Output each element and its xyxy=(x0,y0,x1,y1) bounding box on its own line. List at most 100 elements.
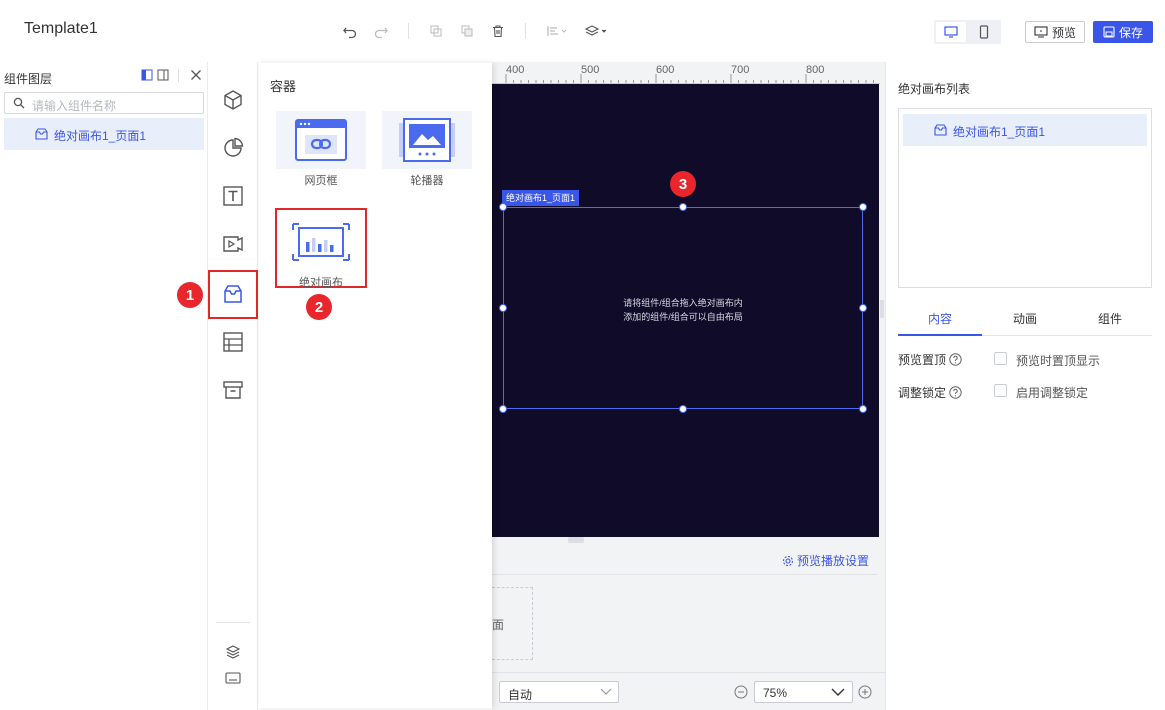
zoom-out-icon[interactable] xyxy=(734,685,748,699)
row-label: 预览置顶 xyxy=(898,353,947,367)
scale-mode-select[interactable]: 自动 xyxy=(499,681,619,703)
canvas-list-item-label: 绝对画布1_页面1 xyxy=(953,125,1046,139)
rail-divider xyxy=(216,622,250,623)
preview-label: 预览 xyxy=(1051,25,1076,40)
help-icon[interactable] xyxy=(949,353,962,366)
layer-search-input[interactable]: 请输入组件名称 xyxy=(4,92,204,114)
ruler-label: 600 xyxy=(656,64,675,76)
component-absolute-canvas[interactable]: 绝对画布 xyxy=(276,213,366,290)
layers-icon[interactable] xyxy=(221,640,245,664)
toolbar-divider xyxy=(525,23,526,39)
resize-handle[interactable] xyxy=(859,203,867,211)
preview-play-settings-link[interactable]: 预览播放设置 xyxy=(782,552,869,569)
paste-icon[interactable] xyxy=(458,22,476,40)
search-icon xyxy=(13,97,25,109)
container-icon xyxy=(35,128,48,140)
ruler-label: 400 xyxy=(506,64,525,76)
step-marker-1: 1 xyxy=(177,282,203,308)
canvas-hint-line: 请将组件/组合拖入绝对画布内 xyxy=(623,298,743,308)
mobile-icon xyxy=(979,25,989,39)
copy-icon[interactable] xyxy=(427,22,445,40)
scale-mode-value: 自动 xyxy=(508,688,533,702)
resize-handle[interactable] xyxy=(568,537,584,543)
text-icon[interactable] xyxy=(221,184,245,208)
tab-content[interactable]: 内容 xyxy=(898,310,982,327)
checkbox-label: 预览时置顶显示 xyxy=(1016,354,1101,368)
resize-handle[interactable] xyxy=(679,405,687,413)
desktop-icon xyxy=(944,26,958,38)
popover-title: 容器 xyxy=(270,79,297,94)
container-icon[interactable] xyxy=(221,282,245,306)
chevron-down-icon xyxy=(831,688,845,696)
redo-icon[interactable] xyxy=(372,22,390,40)
tab-animation[interactable]: 动画 xyxy=(983,310,1067,327)
zoom-select[interactable]: 75% xyxy=(754,681,853,703)
mobile-view-button[interactable] xyxy=(969,22,999,42)
app-title: Template1 xyxy=(24,20,98,37)
carousel-icon xyxy=(382,111,472,169)
canvas-list-item[interactable]: 绝对画布1_页面1 xyxy=(903,114,1147,146)
pin-on-preview-row: 预览置顶 xyxy=(898,351,962,368)
lock-adjust-row: 调整锁定 xyxy=(898,384,962,401)
tab-component[interactable]: 组件 xyxy=(1068,310,1152,327)
monitor-icon xyxy=(1034,26,1048,38)
selected-component-tag: 绝对画布1_页面1 xyxy=(502,190,580,206)
checkbox-label: 启用调整锁定 xyxy=(1016,386,1089,400)
chevron-down-icon xyxy=(600,688,612,695)
component-label: 网页框 xyxy=(304,175,338,187)
resize-handle[interactable] xyxy=(499,405,507,413)
close-icon[interactable] xyxy=(190,69,202,81)
layer-item-label: 绝对画布1_页面1 xyxy=(54,129,147,143)
zoom-in-icon[interactable] xyxy=(858,685,872,699)
gear-icon xyxy=(782,555,794,566)
keyboard-icon[interactable] xyxy=(221,666,245,690)
search-placeholder: 请输入组件名称 xyxy=(32,99,117,113)
component-rail xyxy=(208,62,258,710)
trash-icon[interactable] xyxy=(489,22,507,40)
save-button[interactable]: 保存 xyxy=(1093,21,1153,43)
page-thumbnail[interactable]: 面 xyxy=(492,587,533,660)
panel-layout-left-icon[interactable] xyxy=(141,69,153,81)
save-label: 保存 xyxy=(1118,25,1143,40)
tab-active-indicator xyxy=(898,334,982,336)
ruler-label: 700 xyxy=(731,64,750,76)
pin-on-preview-checkbox[interactable] xyxy=(994,352,1007,365)
panel-layout-right-icon[interactable] xyxy=(157,69,169,81)
component-carousel[interactable]: 轮播器 xyxy=(382,111,472,188)
align-icon[interactable] xyxy=(545,22,569,40)
video-icon[interactable] xyxy=(221,232,245,256)
lock-adjust-checkbox[interactable] xyxy=(994,384,1007,397)
container-icon xyxy=(934,124,947,136)
archive-icon[interactable] xyxy=(221,378,245,402)
layer-panel: 组件图层 请输入组件名称 绝对画布1_页面1 xyxy=(0,62,208,710)
help-icon[interactable] xyxy=(949,386,962,399)
canvas-hint-line: 添加的组件/组合可以自由布局 xyxy=(623,312,743,322)
layers-icon[interactable] xyxy=(583,22,609,40)
preview-button[interactable]: 预览 xyxy=(1025,21,1085,43)
ruler-label: 800 xyxy=(806,64,825,76)
table-icon[interactable] xyxy=(221,330,245,354)
step-marker-3: 3 xyxy=(670,171,696,197)
toolbar-divider xyxy=(408,23,409,39)
chart-pie-icon[interactable] xyxy=(221,136,245,160)
component-webframe[interactable]: 网页框 xyxy=(276,111,366,188)
device-toggle xyxy=(934,20,1001,44)
divider xyxy=(178,69,179,82)
resize-handle[interactable] xyxy=(499,203,507,211)
save-icon xyxy=(1103,26,1115,38)
canvas-hint: 请将组件/组合拖入绝对画布内 添加的组件/组合可以自由布局 xyxy=(503,296,863,324)
component-popover: 容器 网页框 轮播器 绝对画布 xyxy=(259,63,492,708)
undo-icon[interactable] xyxy=(341,22,359,40)
resize-handle[interactable] xyxy=(859,405,867,413)
layer-item[interactable]: 绝对画布1_页面1 xyxy=(4,118,204,150)
canvas-list-title: 绝对画布列表 xyxy=(898,82,971,96)
resize-handle[interactable] xyxy=(679,203,687,211)
ruler-label: 500 xyxy=(581,64,600,76)
resize-handle[interactable] xyxy=(880,300,884,318)
absolute-canvas-icon xyxy=(276,213,366,271)
component-label: 轮播器 xyxy=(410,175,444,187)
row-label: 调整锁定 xyxy=(898,386,947,400)
webframe-icon xyxy=(276,111,366,169)
desktop-view-button[interactable] xyxy=(936,22,966,42)
cube-icon[interactable] xyxy=(221,88,245,112)
